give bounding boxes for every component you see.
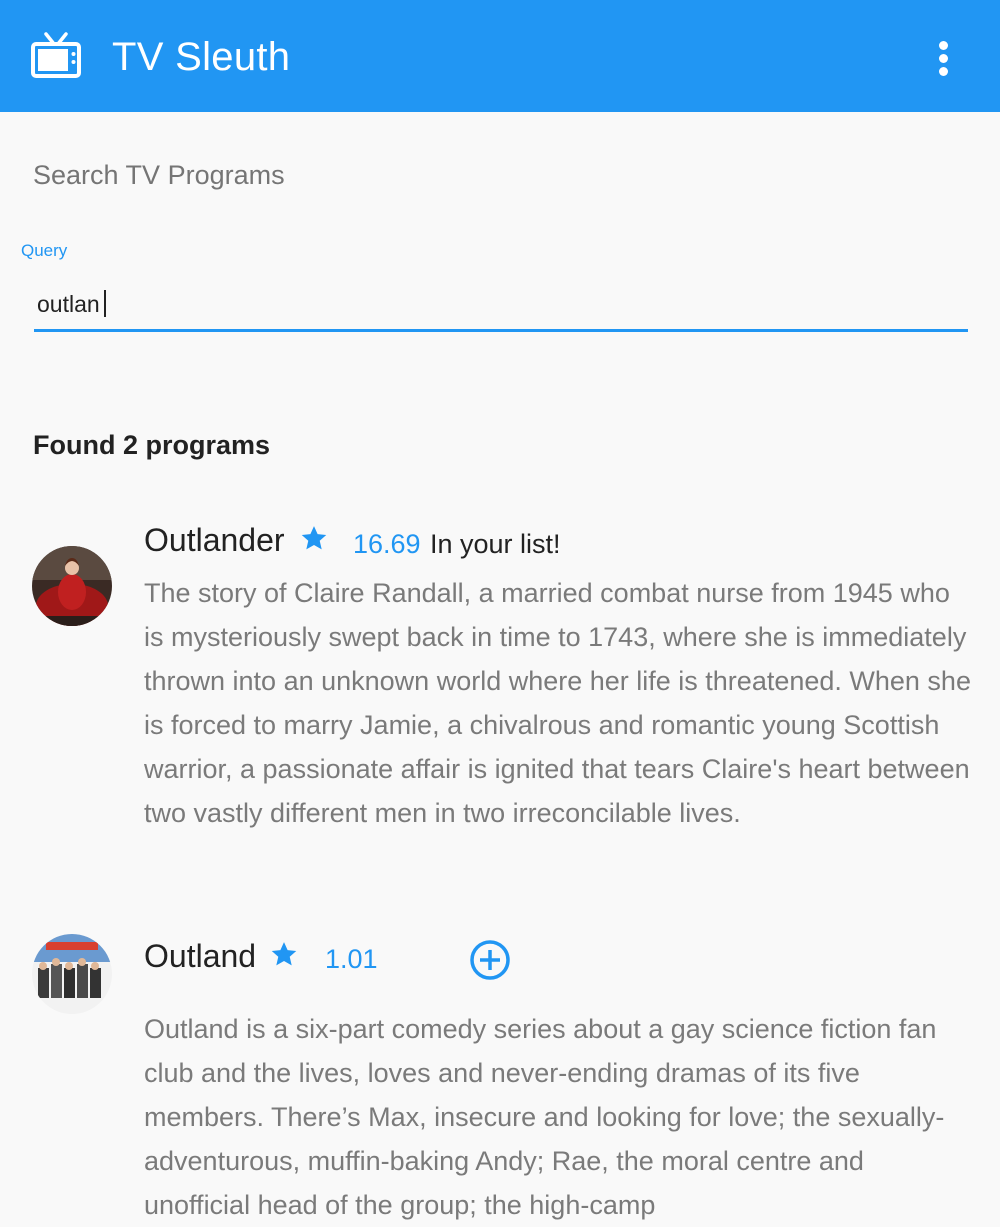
avatar (32, 546, 112, 626)
results-count: Found 2 programs (33, 430, 271, 460)
query-input[interactable] (34, 280, 968, 332)
program-name[interactable]: Outlander (144, 522, 285, 559)
in-list-status: In your list! (430, 529, 561, 559)
star-icon (271, 942, 297, 966)
rating-value: 1.01 (325, 944, 378, 974)
add-circle-icon[interactable] (469, 939, 511, 981)
star-icon (301, 526, 327, 550)
rating-value: 16.69 (353, 529, 421, 559)
search-section-title: Search TV Programs (33, 160, 285, 190)
program-name[interactable]: Outland (144, 938, 256, 975)
program-description: The story of Claire Randall, a married c… (144, 578, 971, 828)
app-title: TV Sleuth (112, 35, 291, 79)
app-bar: TV Sleuth (0, 0, 1000, 112)
text-caret (104, 290, 106, 317)
program-description: Outland is a six-part comedy series abou… (144, 1014, 945, 1220)
query-label: Query (21, 241, 68, 260)
tv-icon (31, 32, 81, 78)
avatar (32, 934, 112, 1014)
more-vert-icon[interactable] (926, 38, 962, 78)
